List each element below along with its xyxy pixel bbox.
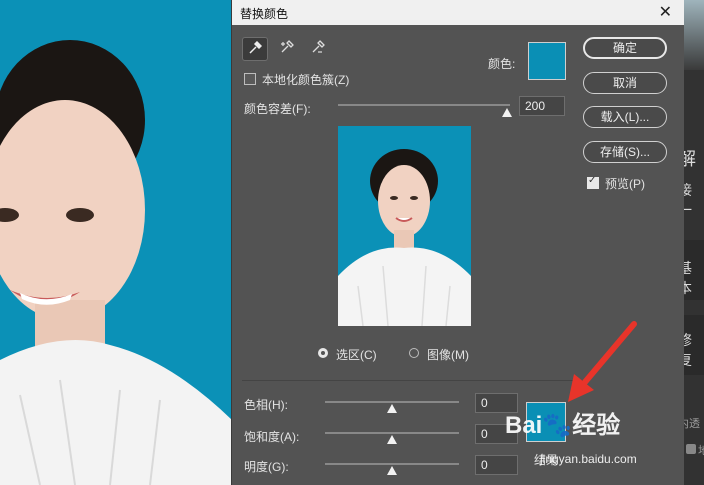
save-button[interactable]: 存储(S)... xyxy=(583,141,667,163)
tolerance-slider-thumb[interactable] xyxy=(502,108,512,117)
cancel-button[interactable]: 取消 xyxy=(583,72,667,94)
lightness-label: 明度(G): xyxy=(244,460,289,474)
color-strip xyxy=(684,0,704,70)
lightness-slider-track[interactable] xyxy=(325,463,459,465)
section-divider xyxy=(242,380,584,381)
dialog-titlebar: 替换颜色 ✕ xyxy=(232,0,684,25)
saturation-slider-track[interactable] xyxy=(325,432,459,434)
saturation-slider-thumb[interactable] xyxy=(387,435,397,444)
eyedropper-plus-icon xyxy=(281,40,294,53)
hue-slider-track[interactable] xyxy=(325,401,459,403)
image-radio[interactable] xyxy=(409,348,419,358)
watermark-brand-suffix: 经验 xyxy=(572,412,621,439)
tolerance-input[interactable]: 200 xyxy=(519,96,565,116)
lock-icon xyxy=(686,444,696,454)
ok-button[interactable]: 确定 xyxy=(583,37,667,59)
close-icon[interactable]: ✕ xyxy=(659,2,672,22)
tolerance-label: 颜色容差(F): xyxy=(244,102,311,116)
selection-preview xyxy=(338,126,471,326)
eyedropper-tool[interactable] xyxy=(242,37,268,61)
selection-radio[interactable] xyxy=(318,348,328,358)
hue-label: 色相(H): xyxy=(244,398,288,412)
localized-clusters-label: 本地化颜色簇(Z) xyxy=(262,73,350,87)
lightness-slider-thumb[interactable] xyxy=(387,466,397,475)
lightness-input[interactable]: 0 xyxy=(475,455,518,475)
watermark-brand: Bai xyxy=(505,412,543,439)
tolerance-slider-track[interactable] xyxy=(338,104,510,106)
paw-icon: 🐾 xyxy=(542,412,573,439)
panel-text: 地 xyxy=(698,445,704,457)
preview-portrait xyxy=(338,149,471,326)
background-photo xyxy=(0,0,232,485)
preview-checkbox[interactable] xyxy=(587,175,599,189)
watermark-url: jingyan.baidu.com xyxy=(540,452,637,466)
localized-clusters-checkbox[interactable] xyxy=(244,73,256,85)
eyedropper-icon xyxy=(249,41,262,54)
image-radio-label: 图像(M) xyxy=(427,348,469,362)
right-side-panel: 解 接 一 基本 修复 内透 地 xyxy=(678,0,704,485)
selection-radio-label: 选区(C) xyxy=(336,348,377,362)
baidu-watermark: Bai🐾经验 xyxy=(505,405,620,440)
color-label: 颜色: xyxy=(488,57,516,71)
annotation-arrow-icon xyxy=(568,321,637,402)
load-button[interactable]: 载入(L)... xyxy=(583,106,667,128)
target-color-swatch[interactable] xyxy=(528,42,566,80)
dialog-title: 替换颜色 xyxy=(240,7,289,21)
portrait-image xyxy=(0,40,232,485)
eyedropper-minus-icon xyxy=(312,40,325,53)
eyedropper-subtract-tool[interactable] xyxy=(306,37,330,59)
preview-label: 预览(P) xyxy=(605,177,645,191)
eyedropper-add-tool[interactable] xyxy=(275,37,299,59)
saturation-label: 饱和度(A): xyxy=(244,430,300,444)
hue-slider-thumb[interactable] xyxy=(387,404,397,413)
